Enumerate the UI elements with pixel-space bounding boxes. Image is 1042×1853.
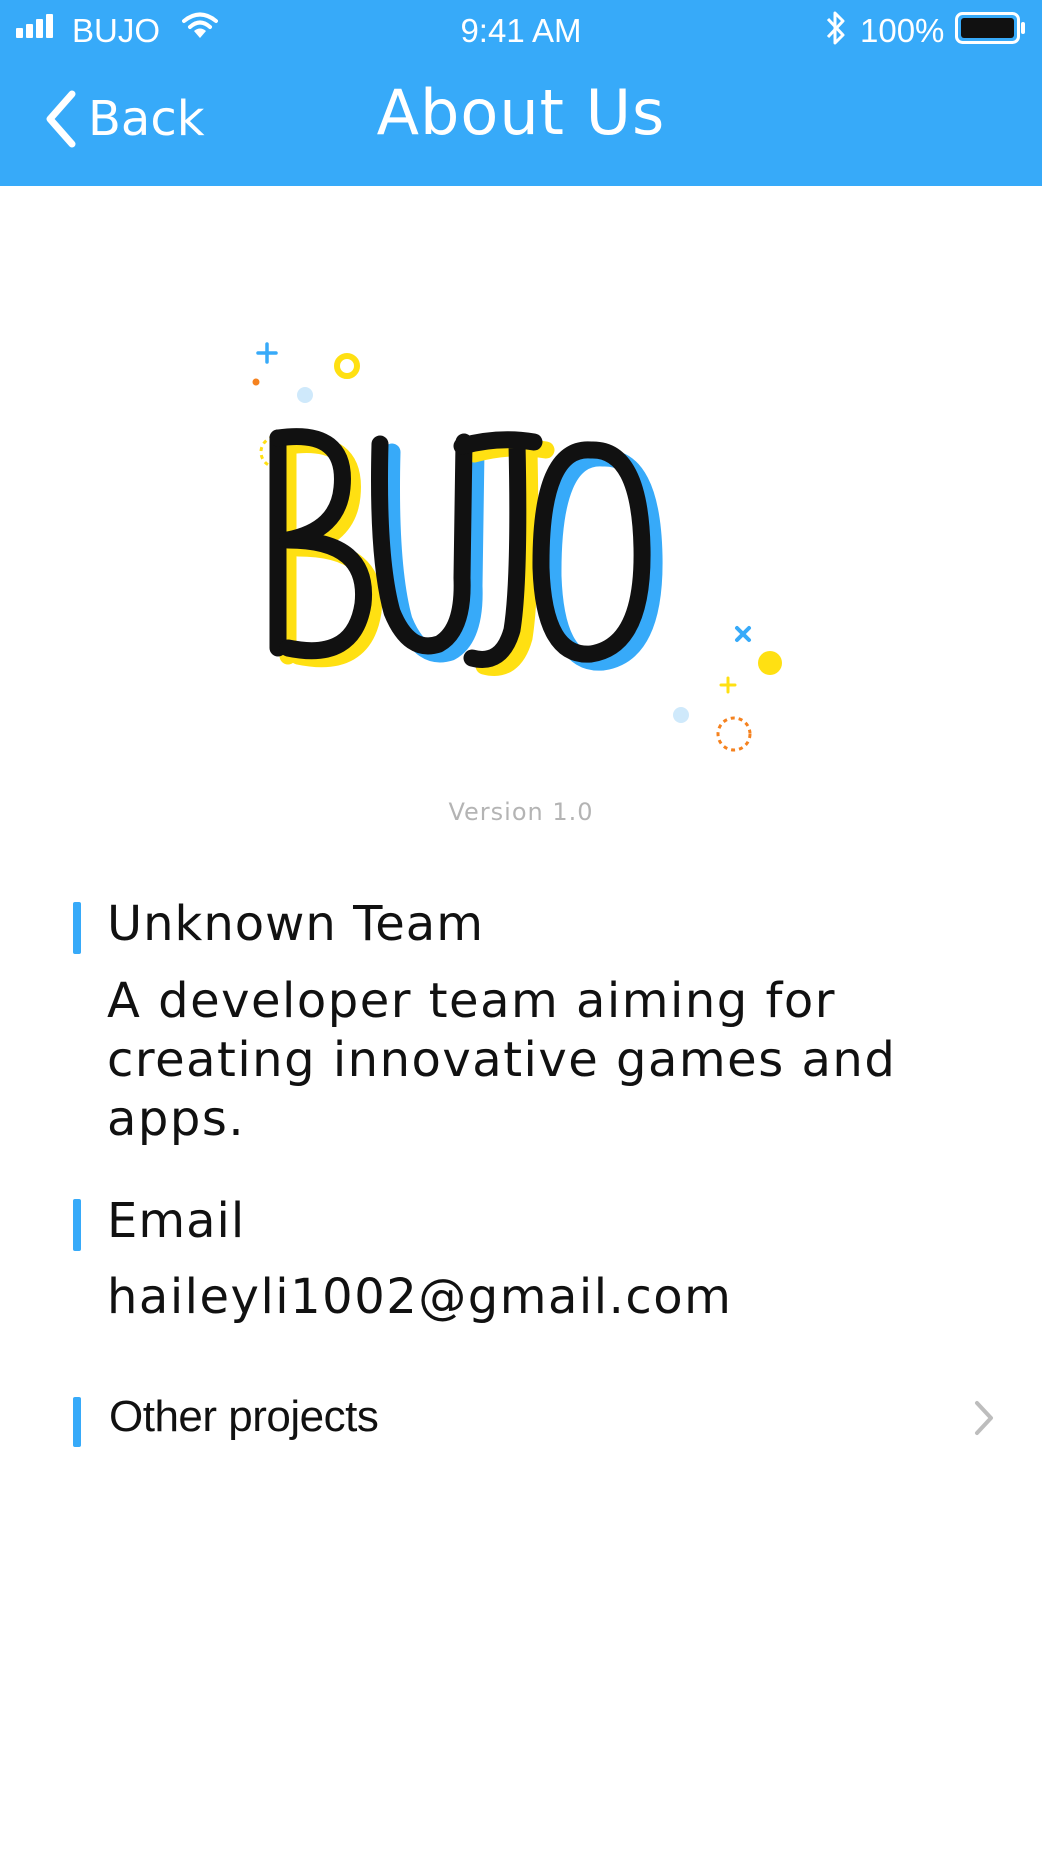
bujo-logo: [252, 342, 782, 752]
email-title: Email: [107, 1193, 246, 1249]
team-description-line: creating innovative games and: [107, 1032, 897, 1088]
other-projects-label: Other projects: [109, 1392, 379, 1441]
team-description-line: A developer team aiming for: [107, 973, 836, 1029]
team-section-accent: [73, 902, 81, 954]
header: BUJO 9:41 AM 100% Back About Us: [0, 0, 1042, 186]
status-bar: BUJO 9:41 AM 100%: [0, 0, 1042, 62]
bluetooth-icon: [826, 11, 845, 45]
battery-percentage: 100%: [860, 12, 945, 49]
other-projects-row[interactable]: Other projects: [60, 1380, 1010, 1460]
team-description-line: apps.: [107, 1091, 246, 1147]
email-section-accent: [73, 1199, 81, 1251]
team-description: A developer team aiming for creating inn…: [107, 972, 947, 1149]
email-address[interactable]: haileyli1002@gmail.com: [107, 1268, 947, 1327]
battery-icon: [955, 12, 1025, 44]
version-label: Version 1.0: [448, 798, 594, 826]
other-projects-accent: [73, 1397, 81, 1447]
chevron-right-icon: [975, 1401, 993, 1435]
page-title: About Us: [376, 76, 666, 149]
team-title: Unknown Team: [107, 896, 484, 952]
